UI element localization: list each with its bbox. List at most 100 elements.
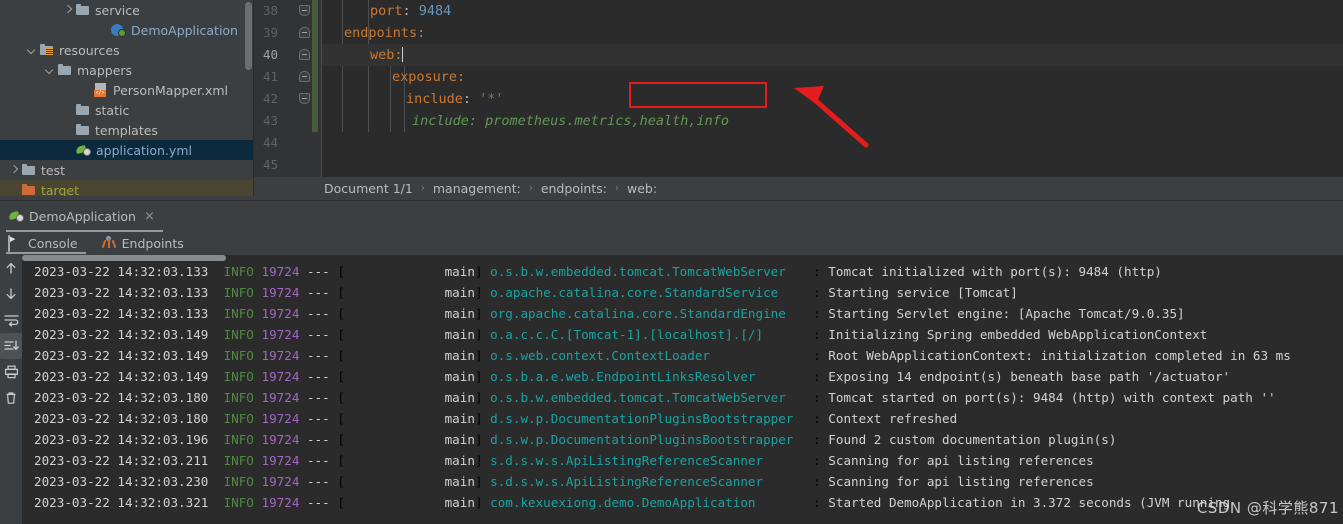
code-line[interactable]: web: <box>322 44 1343 66</box>
tree-item-demoapplication[interactable]: DemoApplication <box>0 20 254 40</box>
log-pid: 19724 <box>261 474 300 489</box>
project-tree-panel[interactable]: service DemoApplication resources mappers </… <box>0 0 254 196</box>
log-level: INFO <box>223 369 254 384</box>
console-log-line: 2023-03-22 14:32:03.180 INFO 19724 --- [… <box>22 387 1343 408</box>
line-number: 38 <box>262 3 278 18</box>
log-timestamp: 2023-03-22 14:32:03.321 <box>34 495 209 510</box>
fold-marker-icon[interactable] <box>298 66 311 88</box>
log-separator: --- <box>307 285 330 300</box>
code-token: endpoints: <box>344 25 426 41</box>
log-level: INFO <box>223 327 254 342</box>
log-level: INFO <box>223 264 254 279</box>
console-log-line: 2023-03-22 14:32:03.133 INFO 19724 --- [… <box>22 261 1343 282</box>
print-icon[interactable] <box>0 359 22 385</box>
log-pid: 19724 <box>261 432 300 447</box>
line-number: 39 <box>262 25 278 40</box>
log-separator: --- <box>307 306 330 321</box>
editor-hscroll-track[interactable] <box>390 170 1343 177</box>
editor-gutter[interactable]: 38 39 40 41 42 43 44 45 <box>254 0 322 177</box>
breadcrumb-item[interactable]: web: <box>625 181 659 196</box>
code-line[interactable]: #include: prometheus.metrics,health,info <box>322 110 1343 132</box>
subtab-console[interactable]: Console <box>8 232 78 254</box>
scroll-to-end-icon[interactable] <box>0 333 22 359</box>
code-line[interactable]: port: 9484 <box>322 0 1343 22</box>
code-line[interactable]: include: '*' <box>322 88 1343 110</box>
breadcrumb-item[interactable]: management: <box>431 181 523 196</box>
log-pid: 19724 <box>261 411 300 426</box>
log-thread: main <box>444 432 475 447</box>
console-log-line: 2023-03-22 14:32:03.149 INFO 19724 --- [… <box>22 345 1343 366</box>
folder-icon <box>21 163 36 177</box>
subtab-endpoints[interactable]: Endpoints <box>101 232 184 254</box>
chevron-down-icon[interactable] <box>26 45 37 56</box>
line-number: 44 <box>262 135 278 150</box>
chevron-right-icon[interactable] <box>8 165 19 176</box>
close-icon[interactable]: × <box>144 210 155 223</box>
log-message: Started DemoApplication in 3.372 seconds… <box>828 495 1231 510</box>
code-editor[interactable]: 38 39 40 41 42 43 44 45 port: 9484 endpoints: web… <box>254 0 1343 177</box>
log-logger: o.s.b.w.embedded.tomcat.TomcatWebServer <box>490 390 786 405</box>
breadcrumb-item[interactable]: Document 1/1 <box>322 181 415 196</box>
run-subtab-bar[interactable]: Console Endpoints <box>0 232 1343 254</box>
chevron-right-icon[interactable] <box>62 5 73 16</box>
tree-item-personmapper-xml[interactable]: </> PersonMapper.xml <box>0 80 254 100</box>
log-logger: s.d.s.w.s.ApiListingReferenceScanner <box>490 453 764 468</box>
editor-text-area[interactable]: port: 9484 endpoints: web: exposure: include… <box>322 0 1343 177</box>
fold-marker-icon[interactable] <box>298 22 311 44</box>
tree-item-static[interactable]: static <box>0 100 254 120</box>
console-log-line: 2023-03-22 14:32:03.180 INFO 19724 --- [… <box>22 408 1343 429</box>
log-thread: main <box>444 306 475 321</box>
code-line[interactable]: exposure: <box>322 66 1343 88</box>
tree-item-mappers[interactable]: mappers <box>0 60 254 80</box>
log-separator: --- <box>307 348 330 363</box>
code-token: include: prometheus.metrics,health,info <box>412 113 729 129</box>
run-tool-window: DemoApplication × Console Endpoints <box>0 200 1343 524</box>
log-logger: o.s.b.w.embedded.tomcat.TomcatWebServer <box>490 264 786 279</box>
log-pid: 19724 <box>261 264 300 279</box>
log-message: Starting service [Tomcat] <box>828 285 1018 300</box>
tree-item-label: resources <box>59 42 120 58</box>
log-thread: main <box>444 474 475 489</box>
log-separator: --- <box>307 432 330 447</box>
tree-item-service[interactable]: service <box>0 0 254 20</box>
scroll-up-icon[interactable] <box>0 255 22 281</box>
package-icon <box>75 3 90 17</box>
console-log-line: 2023-03-22 14:32:03.211 INFO 19724 --- [… <box>22 450 1343 471</box>
console-toolbar[interactable] <box>0 255 22 524</box>
log-timestamp: 2023-03-22 14:32:03.230 <box>34 474 209 489</box>
soft-wrap-icon[interactable] <box>0 307 22 333</box>
breadcrumb-item[interactable]: endpoints: <box>539 181 609 196</box>
tree-item-templates[interactable]: templates <box>0 120 254 140</box>
fold-marker-icon[interactable] <box>298 44 311 66</box>
log-thread: main <box>444 453 475 468</box>
tree-arrow-spacer <box>62 125 73 136</box>
run-tab-demoapplication[interactable]: DemoApplication × <box>8 203 155 229</box>
scroll-down-icon[interactable] <box>0 281 22 307</box>
log-separator: --- <box>307 369 330 384</box>
log-thread: main <box>444 390 475 405</box>
tree-item-test[interactable]: test <box>0 160 254 180</box>
code-token: web: <box>370 47 403 63</box>
tree-item-application-yml[interactable]: application.yml <box>0 140 254 160</box>
breadcrumb-separator-icon: › <box>528 183 533 194</box>
fold-marker-icon[interactable] <box>298 88 311 110</box>
subtab-active-underline <box>6 252 86 254</box>
tree-item-label: test <box>41 162 66 178</box>
breadcrumb[interactable]: Document 1/1 › management: › endpoints: › web: <box>254 177 1343 200</box>
log-timestamp: 2023-03-22 14:32:03.149 <box>34 369 209 384</box>
log-separator: --- <box>307 390 330 405</box>
console-log-line: 2023-03-22 14:32:03.149 INFO 19724 --- [… <box>22 366 1343 387</box>
tree-item-resources[interactable]: resources <box>0 40 254 60</box>
tree-item-label: DemoApplication <box>131 22 238 38</box>
chevron-down-icon[interactable] <box>44 65 55 76</box>
log-separator: --- <box>307 327 330 342</box>
console-output[interactable]: 2023-03-22 14:32:03.133 INFO 19724 --- [… <box>22 255 1343 524</box>
fold-marker-icon[interactable] <box>298 0 311 22</box>
log-thread: main <box>444 369 475 384</box>
code-token: : <box>462 91 480 107</box>
run-tab-bar[interactable]: DemoApplication × <box>0 201 1343 232</box>
tree-item-target[interactable]: target <box>0 180 254 196</box>
code-line[interactable]: endpoints: <box>322 22 1343 44</box>
log-thread: main <box>444 285 475 300</box>
trash-icon[interactable] <box>0 385 22 411</box>
